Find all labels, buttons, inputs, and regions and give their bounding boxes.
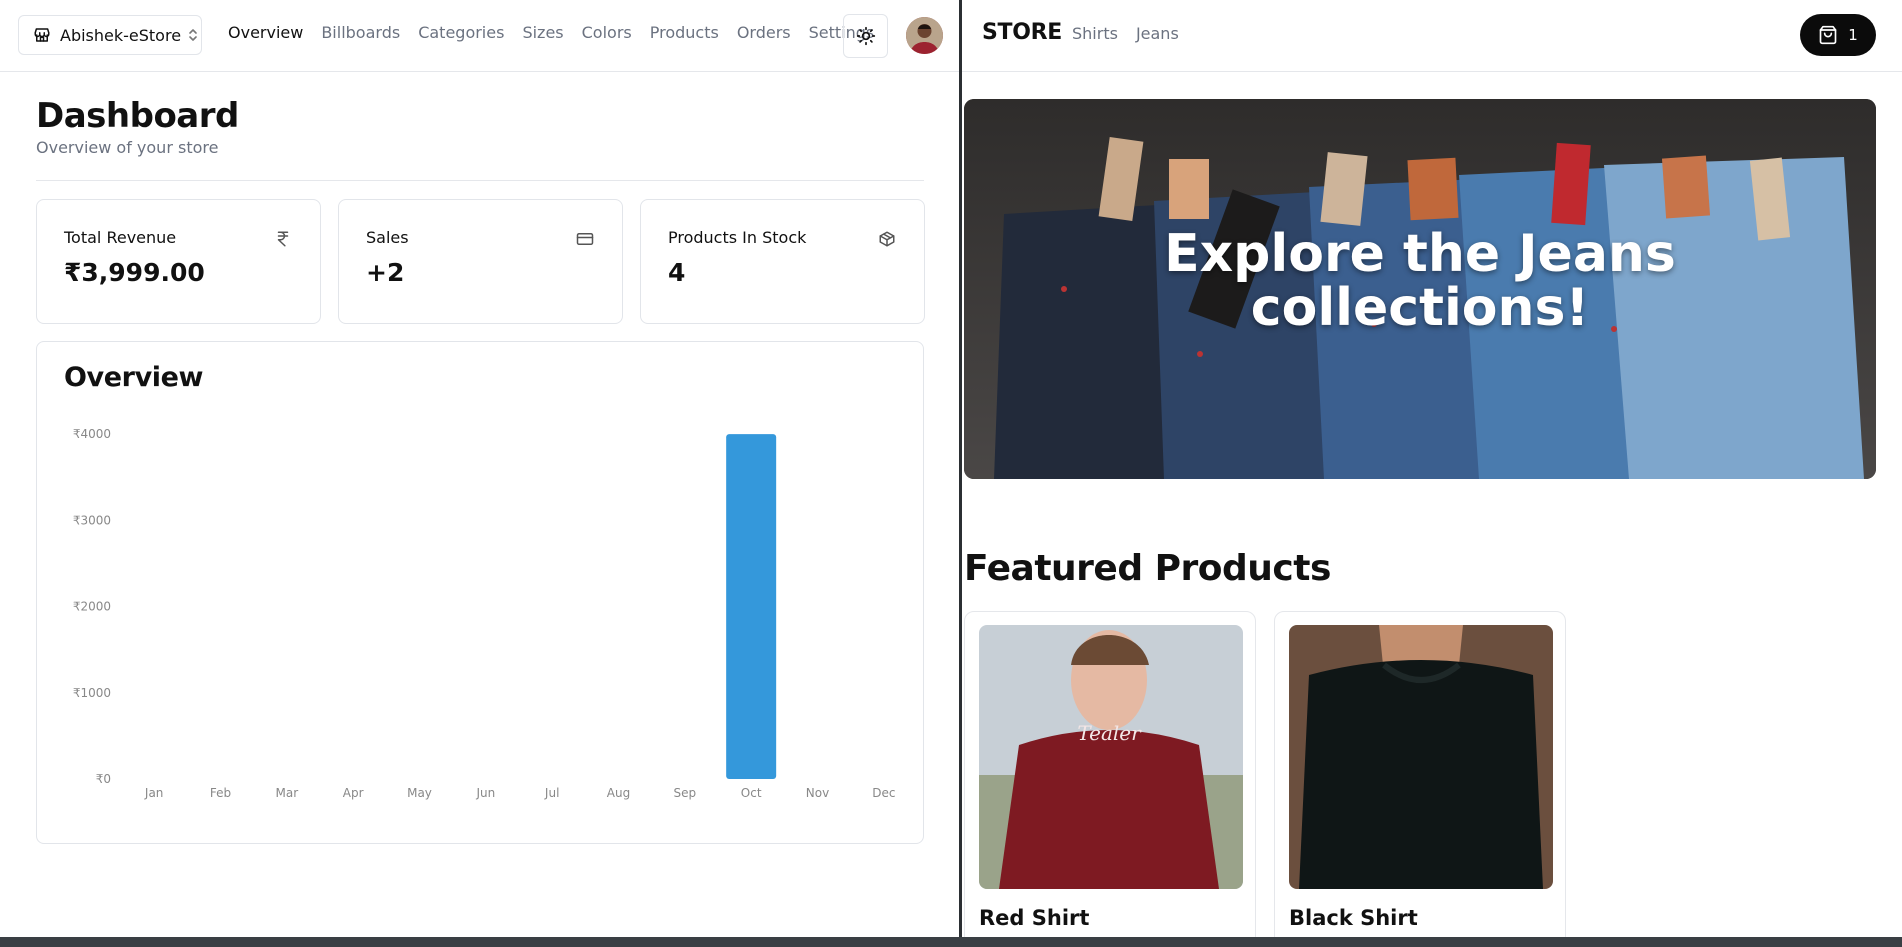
theme-toggle-button[interactable]: [843, 14, 888, 58]
y-tick-label: ₹4000: [73, 427, 111, 441]
x-tick-label: Feb: [210, 786, 231, 800]
x-tick-label: Nov: [806, 786, 829, 800]
hero-line-2: collections!: [1250, 278, 1590, 338]
page-title: Dashboard: [36, 96, 239, 136]
stat-value: +2: [366, 258, 405, 287]
credit-card-icon: [576, 233, 594, 245]
svg-text:Tealer: Tealer: [1077, 721, 1142, 745]
package-icon: [879, 231, 895, 247]
nav-colors[interactable]: Colors: [582, 23, 632, 42]
x-tick-label: Sep: [674, 786, 697, 800]
y-tick-label: ₹3000: [73, 513, 111, 527]
shopping-bag-icon: [1819, 25, 1837, 45]
admin-top-nav: Abishek-eStore Overview Billboards Categ…: [0, 0, 959, 72]
nav-categories[interactable]: Categories: [418, 23, 504, 42]
user-avatar[interactable]: [906, 17, 943, 54]
x-tick-label: Mar: [276, 786, 299, 800]
nav-orders[interactable]: Orders: [737, 23, 791, 42]
separator: [36, 180, 924, 181]
featured-products-title: Featured Products: [964, 548, 1331, 589]
stat-card-sales: Sales +2: [338, 199, 623, 324]
stat-value: 4: [668, 258, 686, 287]
stat-label: Products In Stock: [668, 228, 807, 247]
storefront-pane: STORE Shirts Jeans 1 Explore the Jeans c…: [962, 0, 1902, 937]
stat-value: ₹3,999.00: [64, 258, 205, 287]
x-tick-label: Jan: [144, 786, 164, 800]
x-tick-label: Oct: [741, 786, 762, 800]
x-tick-label: Jul: [544, 786, 559, 800]
page-subtitle: Overview of your store: [36, 138, 219, 157]
nav-billboards[interactable]: Billboards: [321, 23, 400, 42]
admin-dashboard-pane: Abishek-eStore Overview Billboards Categ…: [0, 0, 959, 937]
y-tick-label: ₹2000: [73, 600, 111, 614]
y-tick-label: ₹1000: [73, 686, 111, 700]
product-card[interactable]: Black Shirt: [1274, 611, 1566, 937]
x-tick-label: Dec: [872, 786, 895, 800]
bottom-strip: [0, 937, 1902, 947]
overview-chart-card: Overview ₹0 ₹1000 ₹2000 ₹3000 ₹4000 Jan Feb Mar…: [36, 341, 924, 844]
stat-label: Sales: [366, 228, 409, 247]
x-tick-label: Jun: [475, 786, 495, 800]
stat-card-total-revenue: Total Revenue ₹3,999.00: [36, 199, 321, 324]
x-tick-label: May: [407, 786, 432, 800]
store-switcher[interactable]: Abishek-eStore: [18, 15, 202, 55]
x-tick-label: Aug: [607, 786, 630, 800]
product-name[interactable]: Red Shirt: [979, 906, 1089, 930]
store-switcher-label: Abishek-eStore: [60, 25, 182, 45]
dashboard-heading: Dashboard Overview of your store: [36, 96, 239, 157]
store-logo[interactable]: STORE: [982, 20, 1062, 45]
hero-billboard: Explore the Jeans collections!: [964, 99, 1876, 479]
product-image[interactable]: [1289, 625, 1553, 889]
store-nav-links: Shirts Jeans: [1072, 24, 1197, 43]
revenue-bar-chart: ₹0 ₹1000 ₹2000 ₹3000 ₹4000 Jan Feb Mar Apr May Jun…: [73, 427, 896, 800]
nav-shirts[interactable]: Shirts: [1072, 24, 1118, 43]
store-icon: [34, 28, 50, 42]
hero-headline: Explore the Jeans collections!: [964, 227, 1876, 335]
x-tick-label: Apr: [343, 786, 364, 800]
store-top-nav: STORE Shirts Jeans 1: [962, 0, 1902, 72]
admin-nav-links: Overview Billboards Categories Sizes Col…: [228, 23, 892, 42]
cart-button[interactable]: 1: [1800, 14, 1876, 56]
chevrons-up-down-icon: [189, 29, 197, 41]
y-tick-label: ₹0: [96, 772, 111, 786]
product-image[interactable]: Tealer: [979, 625, 1243, 889]
stat-card-products-in-stock: Products In Stock 4: [640, 199, 925, 324]
stat-label: Total Revenue: [64, 228, 177, 247]
avatar-image: [906, 17, 943, 54]
hero-line-1: Explore the Jeans: [1164, 224, 1676, 284]
nav-overview[interactable]: Overview: [228, 23, 303, 42]
product-name[interactable]: Black Shirt: [1289, 906, 1418, 930]
rupee-icon: [277, 231, 289, 247]
cart-count: 1: [1848, 26, 1858, 44]
sun-icon: [856, 26, 875, 46]
nav-products[interactable]: Products: [650, 23, 719, 42]
nav-sizes[interactable]: Sizes: [522, 23, 563, 42]
nav-jeans[interactable]: Jeans: [1136, 24, 1179, 43]
bar-oct: [726, 434, 777, 779]
product-card[interactable]: Tealer Red Shirt: [964, 611, 1256, 937]
